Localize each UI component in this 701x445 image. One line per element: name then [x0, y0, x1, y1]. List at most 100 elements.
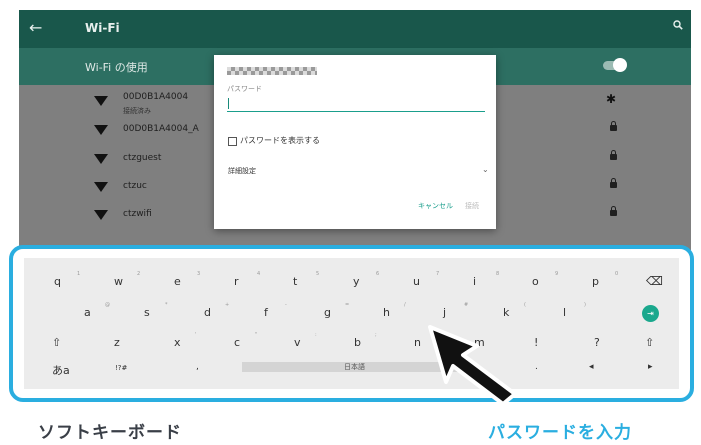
show-password-checkbox[interactable]: [228, 137, 237, 146]
key-hint: ': [195, 332, 197, 338]
shift-right-icon[interactable]: ⇧: [645, 336, 654, 349]
search-icon[interactable]: [673, 19, 683, 33]
network-name: ctzwifi: [123, 209, 152, 219]
wifi-signal-icon: [94, 154, 108, 164]
key-hint: ;: [375, 332, 377, 338]
lock-icon: [610, 206, 617, 216]
key-g[interactable]: g: [324, 306, 331, 319]
key-hint: :: [315, 332, 317, 338]
page-title: Wi-Fi: [85, 21, 120, 35]
key-d[interactable]: d: [204, 306, 211, 319]
network-name: ctzuc: [123, 181, 147, 191]
key-hint: 4: [257, 271, 261, 277]
key-hint: #: [464, 302, 469, 308]
network-status: 接続済み: [123, 107, 151, 115]
key-hint: +: [225, 302, 230, 308]
key-hint: @: [105, 302, 110, 308]
lock-icon: [610, 178, 617, 188]
soft-keyboard: q 1 w 2 e 3 r 4 t 5 y 6 u 7 i 8 o 9 p 0 …: [24, 258, 679, 389]
key-hint: 9: [555, 271, 559, 277]
key-j[interactable]: j: [443, 306, 446, 319]
connect-button[interactable]: 接続: [465, 201, 479, 211]
key-z[interactable]: z: [114, 336, 120, 349]
key-question[interactable]: ?: [594, 336, 600, 349]
key-hint: 2: [137, 271, 141, 277]
key-u[interactable]: u: [413, 275, 420, 288]
key-exclamation[interactable]: !: [534, 336, 538, 349]
network-name: 00D0B1A4004_A: [123, 124, 199, 134]
wifi-signal-icon: [94, 182, 108, 192]
lang-switch-key[interactable]: あa: [52, 362, 70, 378]
shift-left-icon[interactable]: ⇧: [52, 336, 61, 349]
key-i[interactable]: i: [473, 275, 476, 288]
ssid-masked-title: [227, 67, 317, 75]
key-hint: -: [285, 302, 287, 308]
key-hint: 1: [77, 271, 81, 277]
chevron-down-icon[interactable]: ⌄: [482, 165, 489, 174]
key-hint: 7: [436, 271, 440, 277]
wifi-signal-icon: [94, 96, 108, 106]
cancel-button[interactable]: キャンセル: [418, 201, 453, 211]
wifi-signal-icon: [94, 125, 108, 135]
network-name: ctzguest: [123, 153, 162, 163]
key-c[interactable]: c: [234, 336, 240, 349]
advanced-settings-label[interactable]: 詳細設定: [228, 166, 256, 176]
key-hint: 6: [376, 271, 380, 277]
key-hint: 0: [615, 271, 619, 277]
key-k[interactable]: k: [503, 306, 509, 319]
caption-soft-keyboard: ソフトキーボード: [38, 423, 182, 443]
caption-enter-password: パスワードを入力: [488, 423, 632, 443]
key-hint: ): [584, 302, 586, 308]
right-arrow-icon[interactable]: ▸: [648, 362, 653, 372]
symbols-key[interactable]: !?#: [115, 364, 127, 372]
left-arrow-icon[interactable]: ◂: [589, 362, 594, 372]
key-n[interactable]: n: [414, 336, 421, 349]
password-label: パスワード: [227, 85, 262, 93]
key-q[interactable]: q: [54, 275, 61, 288]
key-a[interactable]: a: [84, 306, 91, 319]
key-comma[interactable]: ,: [196, 362, 199, 372]
key-hint: =: [345, 302, 350, 308]
backspace-icon[interactable]: ⌫: [646, 274, 663, 288]
key-e[interactable]: e: [174, 275, 181, 288]
back-arrow-icon[interactable]: ←: [29, 18, 42, 37]
key-hint: /: [404, 302, 406, 308]
key-period[interactable]: .: [535, 362, 538, 372]
lock-icon: [610, 150, 617, 160]
password-dialog: パスワード パスワードを表示する 詳細設定 ⌄ キャンセル 接続: [214, 55, 496, 229]
key-hint: *: [165, 302, 168, 308]
gear-icon[interactable]: ✱: [606, 92, 616, 106]
key-s[interactable]: s: [144, 306, 150, 319]
password-input[interactable]: [227, 95, 485, 112]
pointer-arrow-icon: [428, 325, 517, 406]
key-v[interactable]: v: [294, 336, 301, 349]
lock-icon: [610, 121, 617, 131]
key-o[interactable]: o: [532, 275, 539, 288]
key-b[interactable]: b: [354, 336, 361, 349]
key-r[interactable]: r: [234, 275, 239, 288]
key-w[interactable]: w: [114, 275, 123, 288]
text-caret: [228, 98, 229, 109]
key-t[interactable]: t: [293, 275, 297, 288]
key-hint: ": [255, 332, 258, 338]
key-hint: 8: [496, 271, 500, 277]
key-h[interactable]: h: [383, 306, 390, 319]
key-x[interactable]: x: [174, 336, 181, 349]
settings-screen: ← Wi-Fi Wi-Fi の使用 00D0B1A4004 接続済み ✱ 00D…: [19, 10, 691, 250]
show-password-label[interactable]: パスワードを表示する: [240, 135, 320, 146]
key-f[interactable]: f: [264, 306, 268, 319]
key-l[interactable]: l: [563, 306, 566, 319]
toggle-knob: [613, 58, 627, 72]
key-hint: 5: [316, 271, 320, 277]
app-bar: ← Wi-Fi: [19, 10, 691, 48]
key-p[interactable]: p: [592, 275, 599, 288]
key-hint: (: [524, 302, 526, 308]
wifi-signal-icon: [94, 210, 108, 220]
space-bar-label: 日本語: [344, 363, 365, 371]
keyboard-highlight-frame: q 1 w 2 e 3 r 4 t 5 y 6 u 7 i 8 o 9 p 0 …: [9, 245, 694, 402]
wifi-toggle-label: Wi-Fi の使用: [85, 61, 148, 74]
enter-key-icon[interactable]: ⇥: [642, 305, 659, 322]
key-hint: 3: [197, 271, 201, 277]
wifi-toggle-switch[interactable]: [603, 58, 627, 72]
key-y[interactable]: y: [353, 275, 360, 288]
